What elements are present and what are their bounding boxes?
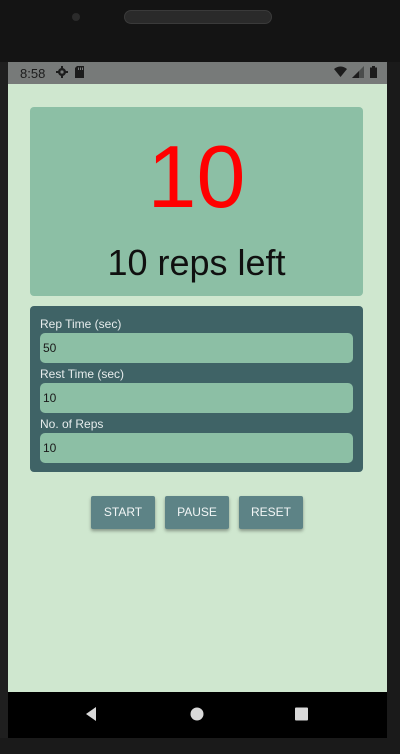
home-icon[interactable] [189, 706, 205, 727]
rest-time-input[interactable]: 10 [40, 383, 353, 413]
pause-button[interactable]: PAUSE [165, 496, 229, 529]
reset-button[interactable]: RESET [239, 496, 303, 529]
phone-bottom-bezel [0, 738, 400, 754]
navigation-bar [8, 692, 387, 738]
recents-icon[interactable] [294, 706, 309, 727]
rep-time-input[interactable]: 50 [40, 333, 353, 363]
earpiece-speaker [124, 10, 272, 24]
reps-left-label: 10 reps left [107, 242, 286, 283]
num-reps-input[interactable]: 10 [40, 433, 353, 463]
front-camera [72, 13, 80, 21]
rep-time-label: Rep Time (sec) [40, 317, 122, 331]
status-time: 8:58 [20, 66, 46, 81]
num-reps-label: No. of Reps [40, 417, 104, 431]
start-button[interactable]: START [91, 496, 155, 529]
app-screen: 10 10 reps left Rep Time (sec) 50 Rest T… [8, 84, 387, 692]
countdown-number: 10 [147, 127, 246, 226]
gear-icon [56, 66, 68, 78]
wifi-icon [334, 66, 347, 78]
phone-side-bezel [387, 62, 400, 738]
phone-frame: 8:58 10 10 reps left Rep Time (sec) 50 R… [0, 0, 400, 754]
settings-panel: Rep Time (sec) 50 Rest Time (sec) 10 No.… [30, 306, 363, 472]
back-icon[interactable] [84, 706, 98, 727]
battery-icon [370, 66, 377, 78]
phone-top-bezel [0, 0, 400, 62]
sd-card-icon [74, 66, 86, 78]
signal-icon [352, 66, 364, 78]
rest-time-label: Rest Time (sec) [40, 367, 125, 381]
countdown-display: 10 10 reps left [30, 107, 363, 296]
status-bar: 8:58 [8, 62, 387, 84]
